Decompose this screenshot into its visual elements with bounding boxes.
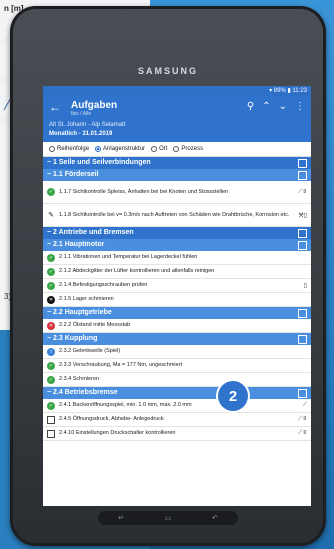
task-label: 2.3.2 Gelenkwelle (Spiel) [59,348,121,354]
location-label: Alt St. Johann - Alp Selamatt [49,122,126,128]
radio-label: Ort [159,146,168,152]
radio-ort[interactable]: Ort [151,146,167,152]
tool-icon[interactable]: ⚒▯ [298,212,307,219]
task-label: 2.3.3 Verschraubung, Ma = 177 Nm, ungesc… [59,362,183,368]
arrow-left-icon[interactable]: ← [49,100,61,114]
more-icon[interactable]: ⋮ [295,101,305,112]
toggle-icon[interactable] [298,159,307,168]
radio-label: Prozess [181,146,204,152]
task-label: 2.4.1 Backenöffnungsspiel, min. 1.0 mm, … [59,402,192,408]
chart-icon[interactable]: ⟋▯ [298,430,307,437]
search-icon[interactable]: ⚲ [247,101,254,112]
section-header[interactable]: − 1.1 Förderseil [43,169,311,181]
task-row[interactable]: ✓ 2.4.1 Backenöffnungsspiel, min. 1.0 mm,… [43,399,311,413]
radio-anlagenstruktur[interactable]: Anlagenstruktur [95,146,145,152]
task-row[interactable]: 2.4.10 Einstellungen Druckschalter kontr… [43,427,311,441]
app-bar-actions: ⚲ ⌃ ⌄ ⋮ [247,101,305,112]
section-title: 1.1 Förderseil [53,171,99,178]
recents-icon[interactable]: ↶ [212,514,218,522]
task-label: 2.4.10 Einstellungen Druckschalter kontr… [59,430,176,436]
task-row[interactable]: ✓ 2.1.4 Befestigungsschrauben prüfen ▯ [43,279,311,293]
task-label: 2.1.4 Befestigungsschrauben prüfen [59,282,148,288]
attachment-icon[interactable]: ▯ [304,282,307,289]
tablet-device: SAMSUNG ▾ 89% ▮ 11:23 ← Aufgaben Ibis / … [10,6,326,546]
task-label: 2.1.5 Lager schmieren [59,296,114,302]
task-row[interactable]: ✕ 2.2.2 Ölstand mitte Messstab [43,319,311,333]
chevron-up-icon[interactable]: ⌃ [262,101,270,112]
toggle-icon[interactable] [298,171,307,180]
chart-icon[interactable]: ⟋▯ [298,416,307,423]
back-icon[interactable]: ↵ [118,514,124,522]
check-icon: ✓ [47,401,55,410]
check-icon: ✓ [47,375,55,384]
check-icon: ✓ [47,267,55,276]
chevron-down-icon[interactable]: ⌄ [279,101,287,112]
toggle-icon[interactable] [298,335,307,344]
section-header[interactable]: − 2.3 Kupplung [43,333,311,345]
check-icon: ✓ [47,253,55,262]
toggle-icon[interactable] [298,309,307,318]
task-label: 2.1.2 Abdeckgitter der Lüfter kontrollie… [59,268,215,274]
page-subtitle: Ibis / Alle [71,111,92,117]
section-title: 1 Seile und Seilverbindungen [53,159,151,166]
home-icon[interactable]: ▭ [165,514,172,522]
section-header[interactable]: − 2.2 Hauptgetriebe [43,307,311,319]
toggle-icon[interactable] [298,229,307,238]
error-icon: ✕ [47,321,55,330]
info-icon: i [47,347,55,356]
radio-dot [173,146,180,152]
toggle-icon[interactable] [298,389,307,398]
radio-reihenfolge[interactable]: Reihenfolge [49,146,89,152]
task-row[interactable]: i 2.3.2 Gelenkwelle (Spiel) [43,345,311,359]
stop-icon: ✕ [47,295,55,304]
task-row[interactable]: ✓ 2.1.1 Vibrationen und Temperatur bei La… [43,251,311,265]
radio-dot [151,146,158,152]
radio-label: Reihenfolge [57,146,90,152]
task-label: 2.4.5 Öffnungsdruck, Abhebe- Anlegedruck [59,416,164,422]
page-title: Aufgaben [71,100,118,111]
task-label: 1.1.7 Sichtkontrolle Spleiss, Anhalten b… [59,188,229,195]
task-label: 2.3.4 Schmieren [59,376,100,382]
section-header[interactable]: − 1 Seile und Seilverbindungen [43,157,311,169]
radio-prozess[interactable]: Prozess [173,146,203,152]
task-row[interactable]: ✓ 1.1.7 Sichtkontrolle Spleiss, Anhalten… [43,181,311,204]
task-row[interactable]: ✓ 2.3.4 Schmieren [43,373,311,387]
check-icon: ✓ [47,361,55,370]
section-header[interactable]: − 2.1 Hauptmotor [43,239,311,251]
section-title: 2.2 Hauptgetriebe [53,309,112,316]
callout-badge: 2 [218,381,248,411]
task-row[interactable]: ✓ 2.3.3 Verschraubung, Ma = 177 Nm, unges… [43,359,311,373]
app-bar: ← Aufgaben Ibis / Alle ⚲ ⌃ ⌄ ⋮ Alt St. J… [43,96,311,142]
radio-dot [95,146,102,152]
checkbox[interactable] [47,429,55,438]
tablet-screen: ▾ 89% ▮ 11:23 ← Aufgaben Ibis / Alle ⚲ ⌃… [43,86,311,506]
check-icon: ✓ [47,188,55,196]
section-title: 2 Antriebe und Bremsen [53,229,134,236]
checkbox[interactable] [47,415,55,424]
pencil-icon: ✎ [48,212,54,219]
status-bar: ▾ 89% ▮ 11:23 [43,86,311,96]
task-label: 2.2.2 Ölstand mitte Messstab [59,322,131,328]
task-row[interactable]: 2.4.5 Öffnungsdruck, Abhebe- Anlegedruck… [43,413,311,427]
task-label: 1.1.8 Sichtkontrolle bei v= 0.3m/s nach … [59,211,290,218]
sort-radio-group: Reihenfolge Anlagenstruktur Ort Prozess [43,142,311,157]
task-row[interactable]: ✓ 2.1.2 Abdeckgitter der Lüfter kontrolli… [43,265,311,279]
radio-dot [49,146,55,152]
system-nav-bar: ↵ ▭ ↶ [98,511,238,525]
task-row[interactable]: ✕ 2.1.5 Lager schmieren [43,293,311,307]
task-label: 2.1.1 Vibrationen und Temperatur bei Lag… [59,254,198,260]
section-header[interactable]: − 2.4 Betriebsbremse [43,387,311,399]
chart-icon[interactable]: ⟋▯ [298,189,307,196]
section-header[interactable]: − 2 Antriebe und Bremsen [43,227,311,239]
section-title: 2.1 Hauptmotor [53,241,105,248]
brand-logo: SAMSUNG [137,66,198,76]
radio-label: Anlagenstruktur [103,146,146,152]
date-label: Monatlich - 31.01.2019 [49,131,113,137]
task-row[interactable]: ✎ 1.1.8 Sichtkontrolle bei v= 0.3m/s nac… [43,204,311,227]
check-icon: ✓ [47,281,55,290]
section-title: 2.4 Betriebsbremse [53,389,118,396]
section-title: 2.3 Kupplung [53,335,98,342]
toggle-icon[interactable] [298,241,307,250]
chart-icon[interactable]: ⟋ [303,402,307,409]
